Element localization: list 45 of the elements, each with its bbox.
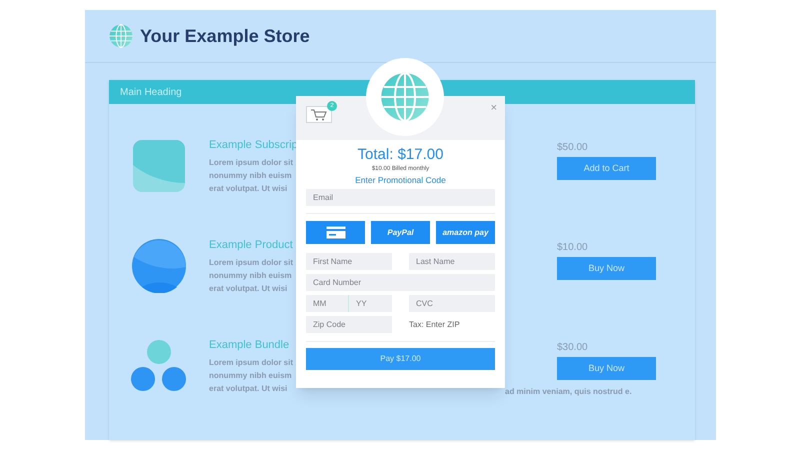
product-description: nonummy nibh euism: [209, 370, 293, 382]
globe-logo-icon: [109, 24, 133, 48]
price: $30.00: [557, 341, 589, 355]
product-title: Example Subscrip: [209, 138, 297, 154]
input-field[interactable]: Zip Code: [306, 316, 392, 333]
product-description: nonummy nibh euism: [209, 170, 293, 182]
product-title: Example Product: [209, 238, 294, 254]
promo-code-link[interactable]: Enter Promotional Code: [355, 174, 446, 186]
sphere-icon: [132, 239, 186, 293]
product-description: erat volutpat. Ut wisi: [209, 182, 288, 195]
product-description: Lorem ipsum dolor sit: [209, 156, 294, 169]
total-amount: Total: $17.00: [358, 146, 444, 164]
price: $10.00: [557, 241, 589, 255]
product-description: nonummy nibh euism: [209, 270, 293, 282]
product-description: Lorem ipsum dolor sit: [209, 356, 294, 369]
cart-button[interactable]: [306, 106, 332, 123]
product-title: Example Bundle: [209, 338, 290, 354]
product-description: ad minim veniam, quis nostrud e.: [505, 386, 632, 398]
product-icon: [133, 140, 185, 192]
product-description: erat volutpat. Ut wisi: [209, 382, 288, 395]
input-field[interactable]: MM: [306, 295, 349, 312]
cart-button[interactable]: Buy Now: [557, 357, 656, 380]
cart-button[interactable]: Add to Cart: [557, 157, 656, 180]
product-description: erat volutpat. Ut wisi: [209, 282, 288, 295]
input-field[interactable]: YY: [349, 295, 392, 312]
input-field[interactable]: Last Name: [409, 253, 495, 270]
card-pay-button[interactable]: [306, 221, 365, 244]
input-field[interactable]: Card Number: [306, 274, 495, 291]
input-field[interactable]: First Name: [306, 253, 392, 270]
tax-note: Tax: Enter ZIP: [409, 319, 461, 331]
main-heading: Main Heading: [120, 86, 182, 100]
globe-icon: [380, 72, 430, 122]
store-title: Your Example Store: [140, 24, 310, 48]
payment-method-button[interactable]: amazon pay: [436, 221, 495, 244]
credit-card-icon: [326, 226, 346, 239]
payment-method-button[interactable]: PayPal: [371, 221, 430, 244]
cart-icon: [311, 108, 327, 120]
pay-button[interactable]: Pay $17.00: [306, 348, 495, 370]
spheres-icon: [131, 340, 187, 392]
price: $50.00: [557, 141, 589, 155]
close-button[interactable]: ×: [490, 100, 497, 116]
cart-button[interactable]: Buy Now: [557, 257, 656, 280]
input-field[interactable]: CVC: [409, 295, 495, 312]
product-description: Lorem ipsum dolor sit: [209, 256, 294, 269]
input-field[interactable]: Email: [306, 189, 495, 206]
